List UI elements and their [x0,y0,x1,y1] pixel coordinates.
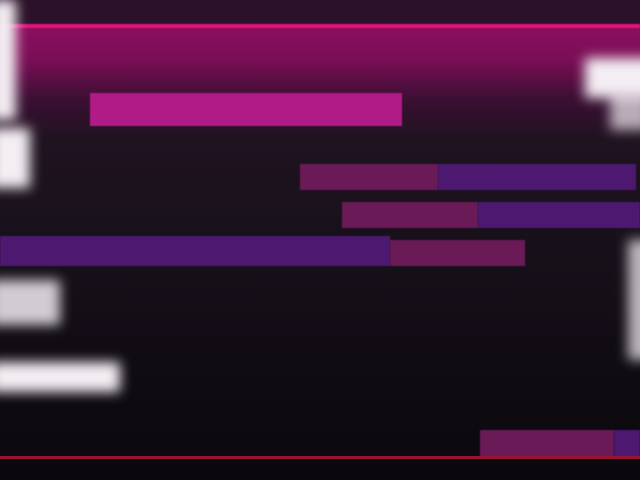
bar-2-violet-segment [478,202,640,228]
bar-4-pink-segment [480,430,614,458]
light-streak-right-upper [610,90,640,130]
bar-1-pink-segment [300,164,438,190]
light-streak-left-top [0,0,16,120]
highlight-bar [90,93,402,126]
bar-2-pink-segment [342,202,478,228]
top-strip [0,0,640,24]
bar-3-pink-segment [390,240,525,266]
top-accent-line [0,24,640,28]
light-streak-left-bottom [0,362,120,392]
abstract-background [0,0,640,480]
bottom-accent-line [0,456,640,459]
light-streak-left-lower [0,280,60,325]
light-streak-right-lower [628,240,640,360]
light-streak-left-middle [0,128,30,188]
bar-3-violet-segment [0,236,390,266]
bar-1-violet-segment [438,164,636,190]
bar-4-violet-segment [614,430,640,458]
